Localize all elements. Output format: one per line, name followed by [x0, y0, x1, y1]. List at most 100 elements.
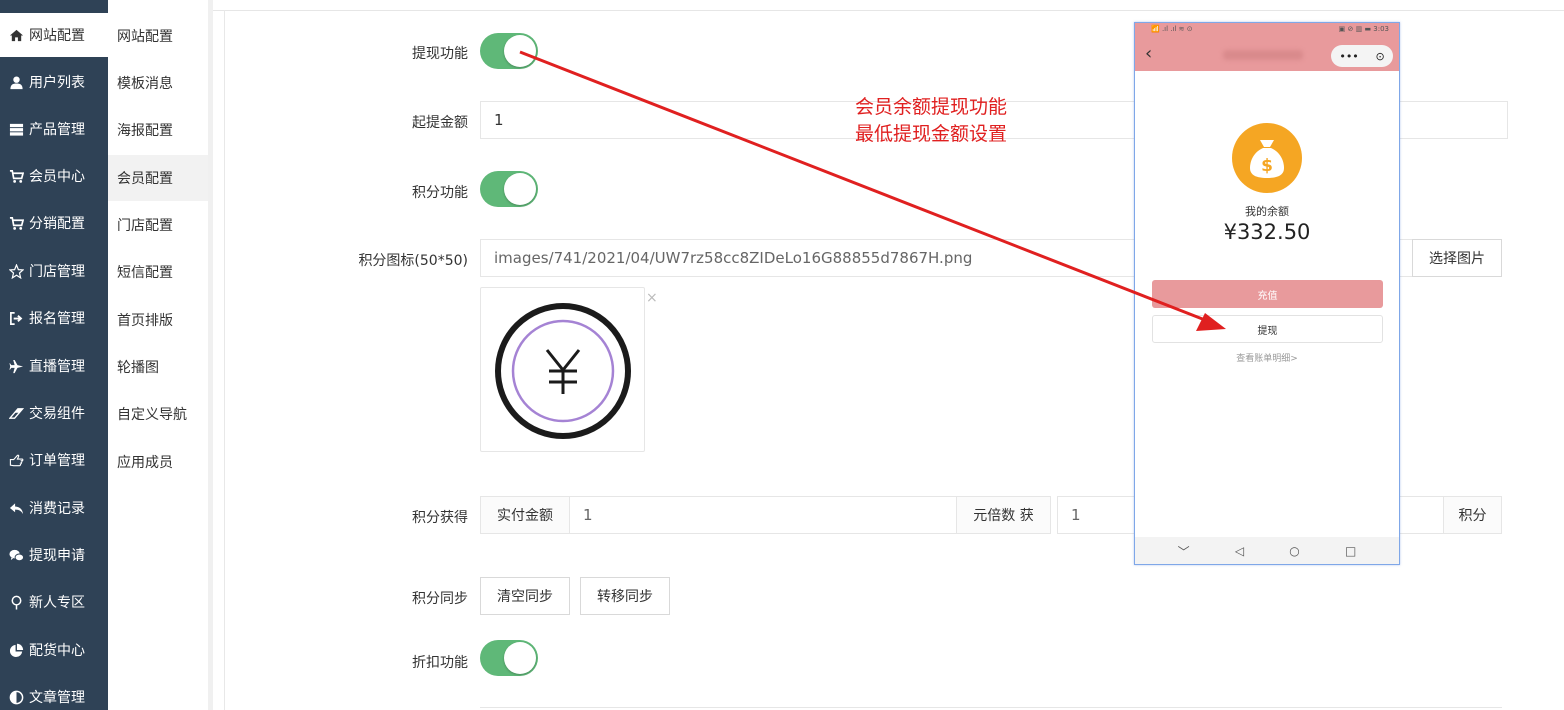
secondary-sidebar: 网站配置 模板消息 海报配置 会员配置 门店配置 短信配置 首页排版 轮播图 自… — [108, 0, 208, 710]
sidebar-item-distribution[interactable]: 分销配置 — [0, 201, 108, 245]
sidebar-item-label: 报名管理 — [29, 311, 85, 327]
half-circle-icon — [6, 689, 26, 705]
bill-detail-link[interactable]: 查看账单明细> — [1135, 351, 1399, 364]
status-right-text: ▣ ⊘ ▥ ▬ 3:03 — [1338, 25, 1389, 33]
more-dots-icon[interactable]: ••• — [1339, 50, 1358, 63]
phone-status-bar: 📶 .ıl .ıl ≋ ⊙ ▣ ⊘ ▥ ▬ 3:03 — [1135, 25, 1399, 37]
points-earn-label: 积分获得 — [412, 510, 468, 526]
sidebar-item-registration[interactable]: 报名管理 — [0, 296, 108, 340]
remove-image-icon[interactable]: × — [646, 290, 658, 306]
points-icon-label: 积分图标(50*50) — [358, 253, 468, 269]
choose-image-button[interactable]: 选择图片 — [1412, 239, 1502, 277]
subnav-item-template-messages[interactable]: 模板消息 — [108, 60, 208, 106]
discount-toggle[interactable] — [480, 640, 538, 676]
subnav-item-app-members[interactable]: 应用成员 — [108, 439, 208, 485]
withdraw-button[interactable]: 提现 — [1152, 315, 1383, 343]
nav-recent-icon[interactable]: □ — [1345, 544, 1356, 558]
points-sync-label: 积分同步 — [412, 591, 468, 607]
server-icon — [6, 121, 26, 137]
star-icon — [6, 263, 26, 279]
balance-value: ¥332.50 — [1223, 220, 1311, 244]
points-label: 积分功能 — [412, 185, 468, 201]
points-multiplier-input[interactable]: 1 — [569, 496, 957, 534]
sidebar-item-user-list[interactable]: 用户列表 — [0, 60, 108, 104]
sidebar-item-website-config[interactable]: 网站配置 — [0, 13, 108, 57]
capsule-close-icon[interactable]: ⊙ — [1375, 50, 1384, 63]
annotation-text: 会员余额提现功能 最低提现金额设置 — [855, 94, 1007, 148]
recharge-button[interactable]: 充值 — [1152, 280, 1383, 308]
map-pin-icon — [6, 594, 26, 610]
sidebar-divider — [208, 0, 213, 710]
sidebar-item-withdraw-requests[interactable]: 提现申请 — [0, 533, 108, 577]
sidebar-item-consumption[interactable]: 消费记录 — [0, 486, 108, 530]
blurred-title — [1223, 50, 1303, 60]
sidebar-item-distribution-center[interactable]: 配货中心 — [0, 628, 108, 672]
sidebar-item-stores[interactable]: 门店管理 — [0, 249, 108, 293]
sidebar-item-label: 订单管理 — [29, 453, 85, 469]
sign-out-icon — [6, 310, 26, 326]
clear-sync-button[interactable]: 清空同步 — [480, 577, 570, 615]
svg-text:$: $ — [1261, 156, 1273, 176]
annotation-line-1: 会员余额提现功能 — [855, 96, 1008, 118]
arrow-line — [519, 50, 1206, 322]
nav-back-icon[interactable]: ◁ — [1235, 544, 1244, 558]
subnav-item-website-config[interactable]: 网站配置 — [108, 13, 208, 59]
header-divider — [213, 10, 1564, 11]
paid-amount-prefix: 实付金额 — [480, 496, 570, 534]
transfer-sync-button[interactable]: 转移同步 — [580, 577, 670, 615]
back-arrow-icon[interactable]: ‹ — [1145, 45, 1152, 63]
yuan-coin-icon — [495, 303, 631, 439]
subnav-item-custom-nav[interactable]: 自定义导航 — [108, 391, 208, 437]
user-icon — [6, 74, 26, 90]
sidebar-item-member-center[interactable]: 会员中心 — [0, 154, 108, 198]
balance-label: 我的余额 — [1245, 205, 1289, 218]
home-icon — [6, 27, 26, 43]
status-signal-text: 📶 .ıl .ıl ≋ ⊙ — [1151, 25, 1193, 33]
subnav-item-store-config[interactable]: 门店配置 — [108, 202, 208, 248]
subnav-item-homepage-layout[interactable]: 首页排版 — [108, 297, 208, 343]
sidebar-item-label: 用户列表 — [29, 75, 85, 91]
phone-header: 📶 .ıl .ıl ≋ ⊙ ▣ ⊘ ▥ ▬ 3:03 ‹ ••• ⊙ — [1135, 23, 1399, 71]
points-icon-preview — [480, 287, 645, 452]
subnav-item-sms-config[interactable]: 短信配置 — [108, 249, 208, 295]
sidebar-item-label: 提现申请 — [29, 548, 85, 564]
nav-down-icon[interactable]: ﹀ — [1178, 543, 1190, 560]
sidebar-item-articles[interactable]: 文章管理 — [0, 675, 108, 710]
min-amount-label: 起提金额 — [412, 115, 468, 131]
mini-program-capsule: ••• ⊙ — [1331, 45, 1393, 67]
cart-icon — [6, 215, 26, 231]
discount-label: 折扣功能 — [412, 655, 468, 671]
sidebar-item-newcomer-zone[interactable]: 新人专区 — [0, 580, 108, 624]
sidebar-item-label: 会员中心 — [29, 169, 85, 185]
sidebar-item-orders[interactable]: 订单管理 — [0, 438, 108, 482]
sidebar-item-live[interactable]: 直播管理 — [0, 344, 108, 388]
phone-nav-bar: ﹀ ◁ ○ □ — [1135, 537, 1399, 564]
sidebar-item-label: 门店管理 — [29, 264, 85, 280]
subnav-item-carousel[interactable]: 轮播图 — [108, 344, 208, 390]
sidebar-item-label: 产品管理 — [29, 122, 85, 138]
toggle-knob — [504, 35, 536, 67]
sidebar-item-label: 新人专区 — [29, 595, 85, 611]
money-bag-icon: $ — [1232, 123, 1302, 193]
toggle-knob — [504, 642, 536, 674]
hand-point-icon — [6, 452, 26, 468]
sidebar-item-label: 消费记录 — [29, 501, 85, 517]
nav-home-icon[interactable]: ○ — [1289, 544, 1299, 558]
sidebar-item-products[interactable]: 产品管理 — [0, 107, 108, 151]
reply-icon — [6, 500, 26, 516]
points-toggle[interactable] — [480, 171, 538, 207]
multiplier-middle-addon: 元倍数 获 — [956, 496, 1051, 534]
sidebar-item-label: 网站配置 — [29, 28, 85, 44]
subnav-item-poster-config[interactable]: 海报配置 — [108, 107, 208, 153]
next-field-border — [480, 707, 1502, 708]
cart-icon — [6, 168, 26, 184]
withdraw-toggle[interactable] — [480, 33, 538, 69]
subnav-item-member-config[interactable]: 会员配置 — [108, 155, 208, 201]
sidebar-item-label: 配货中心 — [29, 643, 85, 659]
sidebar-item-trade-components[interactable]: 交易组件 — [0, 391, 108, 435]
wechat-icon — [6, 547, 26, 563]
pie-chart-icon — [6, 642, 26, 658]
points-suffix: 积分 — [1443, 496, 1502, 534]
sidebar-item-label: 交易组件 — [29, 406, 85, 422]
sidebar-item-label: 直播管理 — [29, 359, 85, 375]
